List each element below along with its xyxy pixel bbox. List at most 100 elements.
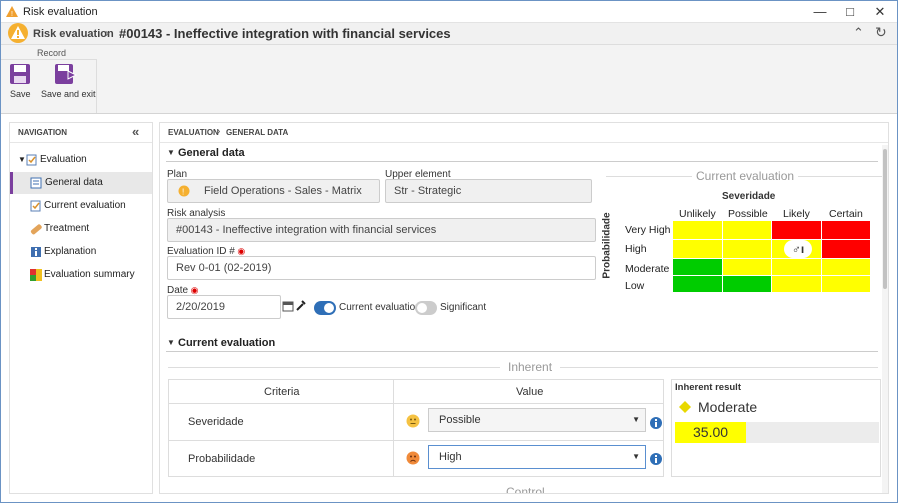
calendar-icon[interactable]	[282, 300, 294, 312]
save-button[interactable]: Save	[3, 61, 37, 111]
matrix-cell[interactable]	[673, 240, 722, 258]
info-icon[interactable]	[650, 453, 662, 465]
toolbar: Record Save Save and exit	[1, 45, 897, 114]
maximize-button[interactable]: □	[836, 1, 864, 23]
bandage-icon	[30, 224, 42, 235]
score-bar: 35.00	[675, 422, 879, 443]
matrix-row-label: Low	[625, 280, 645, 292]
caret-down-icon[interactable]: ▼	[167, 338, 175, 347]
matrix-marker[interactable]: ♂ı	[784, 240, 812, 258]
summary-icon	[30, 269, 42, 281]
matrix-cell[interactable]	[673, 276, 722, 292]
section-title-current-evaluation[interactable]: Current evaluation	[178, 337, 275, 349]
save-icon	[10, 64, 30, 84]
matrix-cell[interactable]	[772, 221, 821, 239]
control-label: Control	[498, 485, 553, 493]
matrix-cell[interactable]	[722, 259, 771, 275]
criteria-table: Criteria Value Severidade Possible ▼ Pro…	[168, 379, 664, 477]
matrix-cell[interactable]	[821, 221, 870, 239]
nav-item-general-data[interactable]: General data	[10, 172, 152, 194]
nav-item-current-evaluation[interactable]: Current evaluation	[10, 195, 152, 217]
section-title-general-data[interactable]: General data	[178, 147, 245, 159]
minimize-button[interactable]: —	[806, 1, 834, 23]
upper-element-field[interactable]: Str - Strategic	[385, 179, 592, 203]
criteria-cell: Probabilidade	[188, 453, 256, 465]
inherent-result-level: Moderate	[698, 399, 758, 415]
probability-select[interactable]: High ▼	[428, 445, 646, 469]
nav-title: NAVIGATION	[18, 128, 68, 137]
value-header: Value	[516, 386, 544, 398]
warning-icon	[8, 23, 28, 43]
svg-text:!: !	[11, 11, 13, 18]
title-bar: ! Risk evaluation — □ ✕	[1, 1, 897, 23]
nav-item-treatment[interactable]: Treatment	[10, 218, 152, 240]
eyedropper-icon[interactable]	[295, 299, 307, 312]
current-evaluation-toggle-label: Current evaluation	[339, 302, 421, 313]
document-icon	[30, 177, 42, 189]
scrollbar[interactable]	[882, 145, 888, 493]
significant-toggle[interactable]	[415, 301, 437, 315]
current-evaluation-toggle[interactable]	[314, 301, 336, 315]
collapse-left-icon[interactable]: «	[132, 124, 139, 139]
nav-item-evaluation-summary[interactable]: Evaluation summary	[10, 264, 152, 286]
caret-down-icon[interactable]: ▼	[167, 148, 175, 157]
matrix-x-title: Severidade	[722, 191, 776, 202]
significant-toggle-label: Significant	[440, 302, 487, 313]
matrix-cell[interactable]	[673, 221, 722, 239]
save-and-exit-button[interactable]: Save and exit	[39, 61, 96, 111]
matrix-cell[interactable]	[772, 259, 821, 275]
caret-down-icon: ▼	[632, 452, 640, 461]
matrix-cell[interactable]	[772, 276, 821, 292]
criteria-header: Criteria	[264, 386, 300, 398]
close-button[interactable]: ✕	[866, 1, 894, 23]
criteria-cell: Severidade	[188, 416, 244, 428]
risk-analysis-field[interactable]: #00143 - Ineffective integration with fi…	[167, 218, 596, 242]
caret-down-icon: ▼	[632, 415, 640, 424]
risk-matrix	[673, 221, 871, 293]
matrix-col-label: Possible	[728, 208, 768, 220]
matrix-col-label: Likely	[783, 208, 810, 220]
nav-item-explanation[interactable]: Explanation	[10, 241, 152, 263]
inherent-label: Inherent	[500, 360, 561, 374]
severity-select[interactable]: Possible ▼	[428, 408, 646, 432]
info-icon[interactable]	[650, 417, 662, 429]
window-title: Risk evaluation	[23, 6, 98, 18]
neutral-face-icon	[406, 414, 420, 428]
matrix-cell[interactable]	[821, 240, 870, 258]
breadcrumb-root[interactable]: Risk evaluation	[33, 28, 114, 40]
matrix-cell[interactable]	[722, 221, 771, 239]
matrix-row-label: Moderate	[625, 263, 670, 275]
scrollbar-thumb[interactable]	[883, 149, 887, 289]
plan-icon: !	[178, 185, 190, 197]
record-header: Risk evaluation › #00143 - Ineffective i…	[1, 23, 897, 45]
matrix-cell[interactable]	[821, 276, 870, 292]
matrix-cell[interactable]	[821, 259, 870, 275]
info-icon	[31, 247, 41, 257]
inherent-result-score: 35.00	[693, 424, 729, 440]
date-input[interactable]: 2/20/2019	[167, 295, 281, 319]
matrix-row-label: High	[625, 243, 647, 255]
window: ! Risk evaluation — □ ✕ Risk evaluation …	[0, 0, 898, 503]
chevron-right-icon: ›	[217, 126, 221, 137]
record-title: #00143 - Ineffective integration with fi…	[119, 26, 451, 41]
matrix-cell[interactable]	[722, 276, 771, 292]
evaluation-icon	[26, 154, 37, 166]
evaluation-id-input[interactable]: Rev 0-01 (02-2019)	[167, 256, 596, 280]
chevron-right-icon: ›	[105, 26, 109, 40]
breadcrumb: EVALUATION › GENERAL DATA	[160, 123, 888, 143]
save-exit-icon	[55, 64, 78, 84]
evaluation-icon	[30, 200, 41, 212]
matrix-cell[interactable]	[722, 240, 771, 258]
matrix-row-label: Very High	[625, 224, 671, 236]
svg-text:!: !	[182, 188, 184, 197]
matrix-cell[interactable]	[673, 259, 722, 275]
inherent-result-panel: Inherent result Moderate 35.00	[671, 379, 881, 477]
plan-field[interactable]: ! Field Operations - Sales - Matrix	[167, 179, 380, 203]
sad-face-icon	[406, 451, 420, 465]
collapse-up-icon[interactable]: ⌃	[853, 25, 864, 41]
nav-root-evaluation[interactable]: ▼ Evaluation	[10, 149, 152, 171]
matrix-y-title: Probabilidade	[601, 212, 613, 279]
refresh-icon[interactable]: ↻	[875, 24, 887, 41]
toolbar-group-label: Record	[37, 48, 67, 58]
inherent-result-label: Inherent result	[675, 382, 741, 393]
